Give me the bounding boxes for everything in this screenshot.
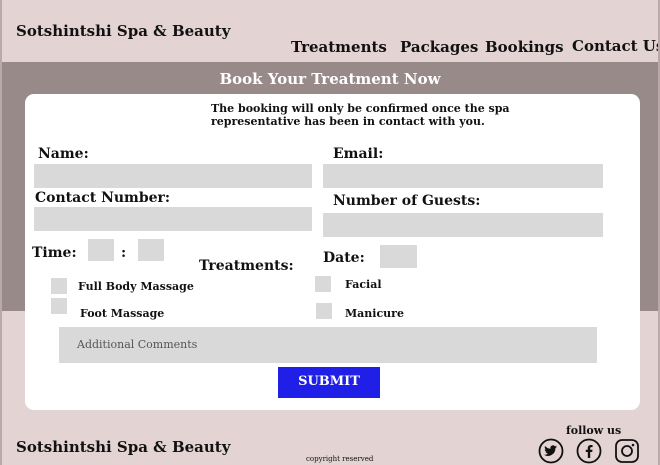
full-body-massage-checkbox[interactable]	[51, 278, 67, 294]
name-input[interactable]	[34, 164, 312, 188]
time-label: Time:	[32, 245, 77, 261]
treatments-label: Treatments:	[199, 258, 294, 274]
follow-us-label: follow us	[566, 424, 622, 437]
nav-contact-us[interactable]: Contact Us	[572, 37, 660, 55]
facial-label: Facial	[345, 278, 382, 291]
time-separator: :	[121, 245, 127, 261]
name-label: Name:	[38, 146, 89, 162]
site-brand: Sotshintshi Spa & Beauty	[16, 22, 231, 40]
manicure-label: Manicure	[345, 307, 404, 320]
date-input[interactable]	[380, 245, 417, 268]
guests-label: Number of Guests:	[333, 193, 481, 209]
additional-comments-input[interactable]: Additional Comments	[59, 327, 597, 363]
date-label: Date:	[323, 250, 365, 266]
facial-checkbox[interactable]	[315, 276, 331, 292]
time-hour-input[interactable]	[88, 239, 114, 261]
manicure-checkbox[interactable]	[316, 303, 332, 319]
time-minute-input[interactable]	[138, 239, 164, 261]
foot-massage-checkbox[interactable]	[51, 298, 67, 314]
instagram-icon[interactable]	[614, 438, 640, 464]
foot-massage-label: Foot Massage	[80, 307, 165, 320]
booking-notice: The booking will only be confirmed once …	[211, 102, 510, 128]
copyright-text: copyright reserved	[306, 455, 374, 463]
contact-number-label: Contact Number:	[35, 190, 171, 206]
footer-brand: Sotshintshi Spa & Beauty	[16, 438, 231, 456]
booking-title: Book Your Treatment Now	[219, 70, 441, 88]
email-input[interactable]	[323, 164, 603, 188]
full-body-massage-label: Full Body Massage	[78, 280, 194, 293]
twitter-icon[interactable]	[538, 438, 564, 464]
nav-bookings[interactable]: Bookings	[485, 38, 564, 56]
nav-treatments[interactable]: Treatments	[291, 38, 387, 56]
guests-input[interactable]	[323, 213, 603, 237]
contact-number-input[interactable]	[34, 207, 312, 231]
facebook-icon[interactable]	[576, 438, 602, 464]
nav-packages[interactable]: Packages	[400, 38, 478, 56]
email-label: Email:	[333, 146, 384, 162]
submit-button[interactable]: SUBMIT	[278, 367, 380, 398]
